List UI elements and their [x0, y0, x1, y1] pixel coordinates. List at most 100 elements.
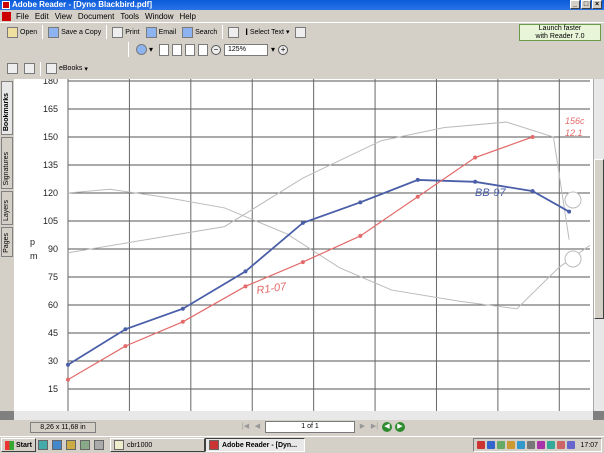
- tray-icon-7[interactable]: [537, 441, 546, 449]
- y-tick-label: 75: [48, 272, 58, 282]
- zoom-out-button[interactable]: −: [211, 44, 222, 55]
- actual-size-button[interactable]: [159, 43, 170, 56]
- tray-icon-6[interactable]: [527, 441, 536, 449]
- quicklaunch-media-icon[interactable]: [79, 440, 90, 450]
- select-text-button[interactable]: I Select Text ▾: [242, 27, 292, 37]
- snapshot-button[interactable]: [292, 26, 309, 38]
- data-point: [243, 269, 248, 274]
- tab-layers[interactable]: Layers: [1, 191, 13, 225]
- quicklaunch-desktop-icon[interactable]: [37, 440, 48, 450]
- secondary-toolbar: eBooks ▾: [0, 58, 604, 79]
- fit-page-button[interactable]: [172, 43, 183, 56]
- annotation-right-2: 12.1: [565, 128, 583, 138]
- quicklaunch-extra-icon[interactable]: [93, 440, 104, 450]
- menu-edit[interactable]: Edit: [32, 12, 52, 21]
- adobe-icon: [208, 440, 219, 450]
- menu-document[interactable]: Document: [75, 12, 117, 21]
- y-tick-label: 45: [48, 328, 58, 338]
- tray-icon-1[interactable]: [477, 441, 486, 449]
- tab-bookmarks[interactable]: Bookmarks: [1, 81, 13, 135]
- data-point: [243, 284, 248, 289]
- close-button[interactable]: ×: [592, 0, 602, 9]
- vertical-scrollbar[interactable]: [593, 79, 604, 411]
- y-tick-label: 120: [43, 188, 58, 198]
- folder-icon: [113, 440, 124, 450]
- data-point: [415, 177, 420, 182]
- y-tick-label: 165: [43, 104, 58, 114]
- start-button[interactable]: Start: [1, 438, 36, 452]
- y-tick-label: 150: [43, 132, 58, 142]
- last-page-icon[interactable]: ▶|: [370, 422, 379, 432]
- quicklaunch-outlook-icon[interactable]: [65, 440, 76, 450]
- data-point: [66, 377, 70, 382]
- page-navigation: |◀ ◀ 1 of 1 ▶ ▶| ◀ ▶: [241, 421, 405, 433]
- minimize-button[interactable]: _: [570, 0, 580, 9]
- back-icon[interactable]: ◀: [382, 422, 392, 432]
- print-button[interactable]: Print: [109, 26, 142, 38]
- quicklaunch-ie-icon[interactable]: [51, 440, 62, 450]
- menu-window[interactable]: Window: [142, 12, 176, 21]
- fit-width-button[interactable]: [185, 43, 196, 56]
- scroll-thumb[interactable]: [594, 159, 604, 319]
- y-tick-label: 90: [48, 244, 58, 254]
- launch-faster-banner[interactable]: Launch faster with Reader 7.0: [519, 24, 601, 41]
- tab-signatures[interactable]: Signatures: [1, 137, 13, 189]
- zoom-level-input[interactable]: 125%: [224, 43, 269, 56]
- hand-icon: [228, 26, 240, 38]
- camera-icon: [295, 26, 307, 38]
- menu-view[interactable]: View: [52, 12, 75, 21]
- hand-tool-button[interactable]: [225, 26, 242, 38]
- page-number-field[interactable]: 1 of 1: [265, 421, 355, 433]
- continuous-button[interactable]: [21, 63, 38, 74]
- menu-tools[interactable]: Tools: [117, 12, 142, 21]
- data-point: [415, 194, 420, 199]
- data-point: [180, 319, 185, 324]
- series-line-r1-07: [67, 136, 533, 381]
- chevron-down-icon: ▾: [149, 45, 154, 54]
- tray-icon-3[interactable]: [497, 441, 506, 449]
- maximize-button[interactable]: □: [581, 0, 591, 9]
- open-button[interactable]: Open: [4, 26, 40, 38]
- task-cbr1000[interactable]: cbr1000: [109, 438, 205, 452]
- zoom-tool-button[interactable]: ▾: [133, 44, 156, 55]
- next-page-icon[interactable]: ▶: [358, 422, 367, 432]
- status-bar: 8,26 x 11,68 in |◀ ◀ 1 of 1 ▶ ▶| ◀ ▶: [0, 420, 604, 436]
- system-tray: 17:07: [473, 438, 602, 452]
- rotate-button[interactable]: [198, 43, 209, 56]
- main-toolbar: Open Save a Copy Print Email Search I Sel…: [0, 22, 604, 41]
- save-copy-button[interactable]: Save a Copy: [45, 26, 104, 38]
- windows-logo-icon: [5, 440, 14, 450]
- tray-icon-9[interactable]: [557, 441, 566, 449]
- zoom-in-button[interactable]: +: [278, 44, 289, 55]
- y-tick-label: 60: [48, 300, 58, 310]
- tray-icon-4[interactable]: [507, 441, 516, 449]
- punch-hole-1: [564, 191, 582, 209]
- horizontal-scrollbar[interactable]: [14, 411, 593, 420]
- zoom-dropdown-icon[interactable]: ▾: [271, 45, 275, 54]
- data-point: [66, 362, 70, 367]
- search-button[interactable]: Search: [179, 26, 220, 38]
- task-adobe-reader[interactable]: Adobe Reader - [Dyn...: [204, 438, 305, 452]
- tray-icon-5[interactable]: [517, 441, 526, 449]
- menu-help[interactable]: Help: [177, 12, 199, 21]
- tray-icon-2[interactable]: [487, 441, 496, 449]
- page-size-indicator: 8,26 x 11,68 in: [30, 422, 96, 433]
- page-layout-button[interactable]: [4, 63, 21, 74]
- forward-icon[interactable]: ▶: [395, 422, 405, 432]
- prev-page-icon[interactable]: ◀: [253, 422, 262, 432]
- chevron-down-icon: ▾: [285, 29, 290, 36]
- page-icon: [7, 63, 18, 74]
- email-button[interactable]: Email: [143, 26, 180, 38]
- menu-file[interactable]: File: [13, 12, 32, 21]
- window-title: Adobe Reader - [Dyno Blackbird.pdf]: [12, 0, 153, 9]
- tray-icon-10[interactable]: [567, 441, 576, 449]
- data-point: [180, 306, 185, 311]
- tray-icon-8[interactable]: [547, 441, 556, 449]
- tab-pages[interactable]: Pages: [1, 227, 13, 257]
- data-point: [358, 200, 363, 205]
- windows-taskbar: Start cbr1000 Adobe Reader - [Dyn... 17:…: [0, 436, 604, 453]
- first-page-icon[interactable]: |◀: [241, 422, 250, 432]
- chart-grid: [67, 79, 590, 411]
- ebooks-button[interactable]: eBooks ▾: [43, 63, 91, 74]
- zoom-toolbar: ▾ − 125% ▾ +: [0, 41, 604, 58]
